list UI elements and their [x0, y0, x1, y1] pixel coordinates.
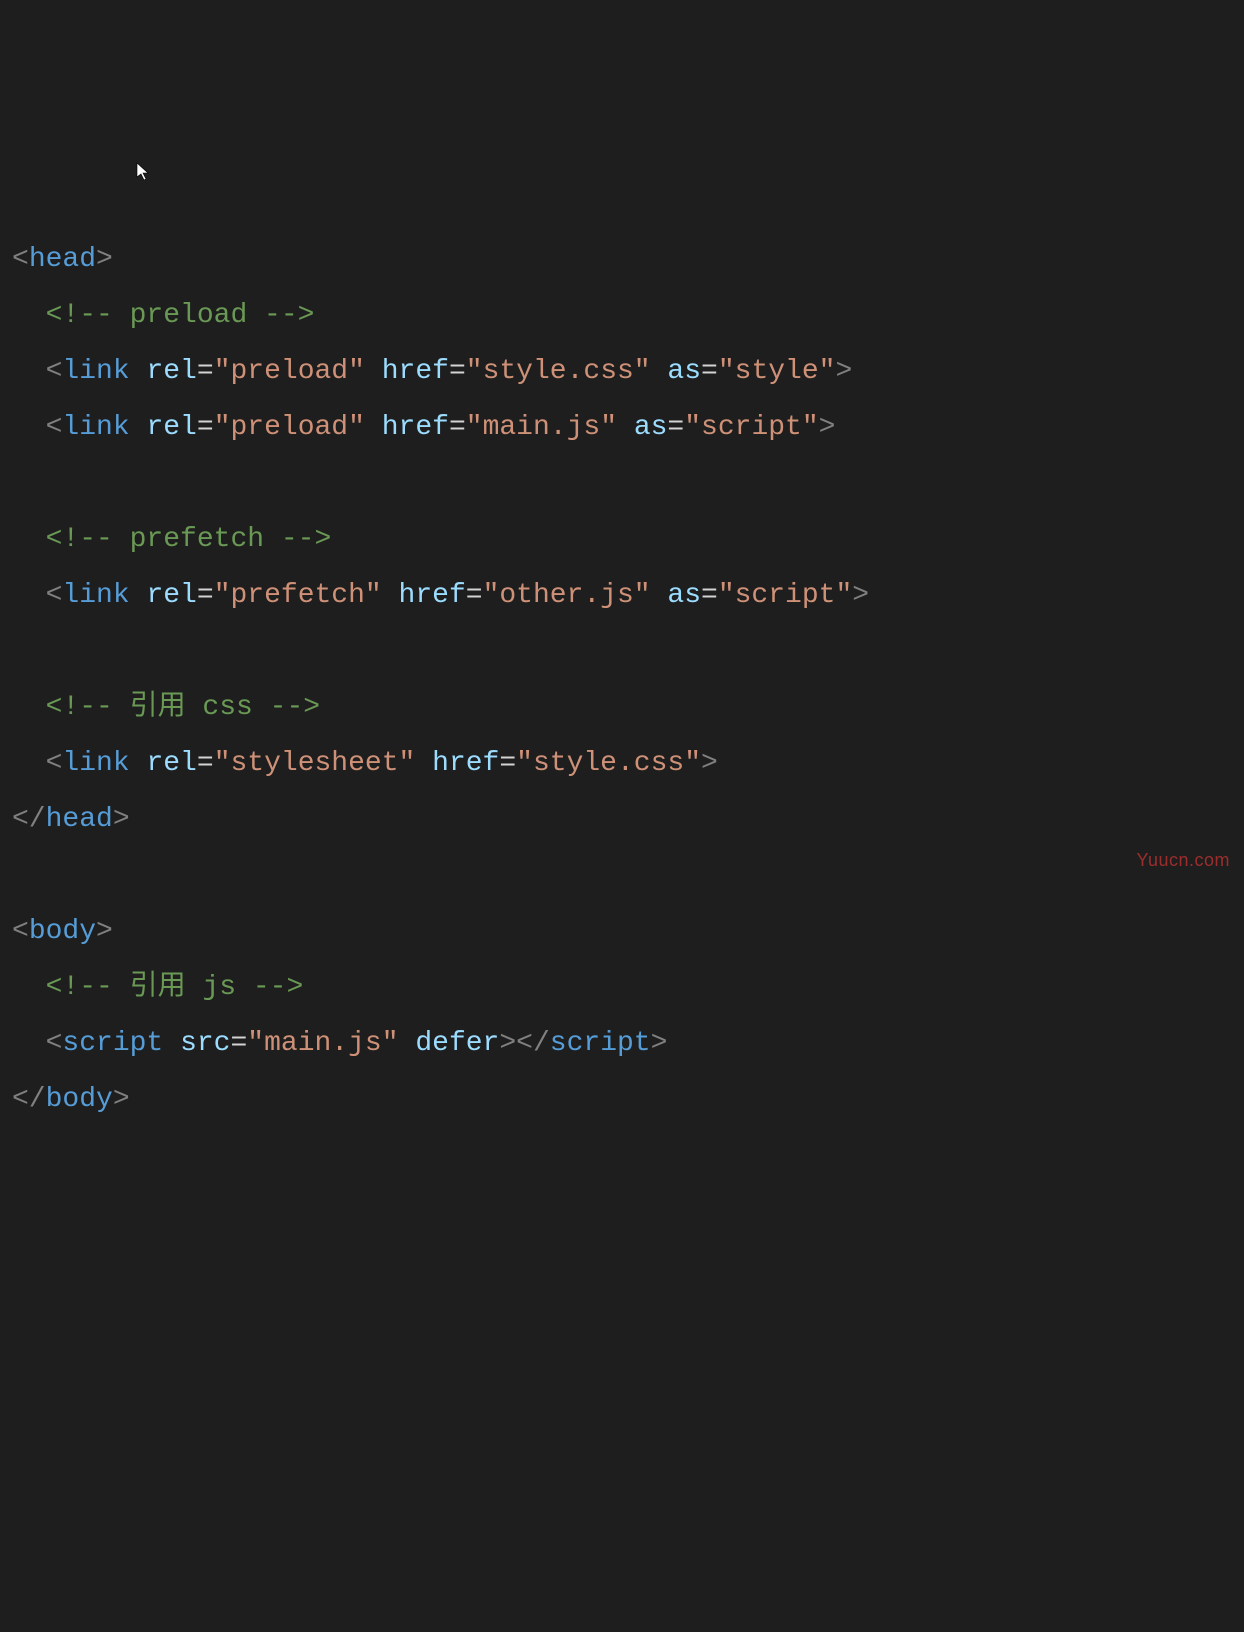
code-line: <link rel="stylesheet" href="style.css"> [12, 736, 1232, 792]
code-line: <body> [12, 904, 1232, 960]
code-line-comment: <!-- 引用 css --> [12, 680, 1232, 736]
code-editor[interactable]: <head><!-- preload --><link rel="preload… [12, 232, 1232, 1128]
code-line: <link rel="preload" href="style.css" as=… [12, 344, 1232, 400]
code-line: <link rel="prefetch" href="other.js" as=… [12, 568, 1232, 624]
code-line: </body> [12, 1072, 1232, 1128]
code-line-comment: <!-- prefetch --> [12, 512, 1232, 568]
code-line: <script src="main.js" defer></script> [12, 1016, 1232, 1072]
code-line: <link rel="preload" href="main.js" as="s… [12, 400, 1232, 456]
blank-line [12, 456, 1232, 512]
blank-line [12, 848, 1232, 904]
blank-line [12, 624, 1232, 680]
code-line-comment: <!-- preload --> [12, 288, 1232, 344]
code-line: <head> [12, 232, 1232, 288]
mouse-cursor-icon [136, 162, 152, 182]
code-line-comment: <!-- 引用 js --> [12, 960, 1232, 1016]
watermark-text: Yuucn.com [1136, 842, 1230, 878]
code-line: </head> [12, 792, 1232, 848]
